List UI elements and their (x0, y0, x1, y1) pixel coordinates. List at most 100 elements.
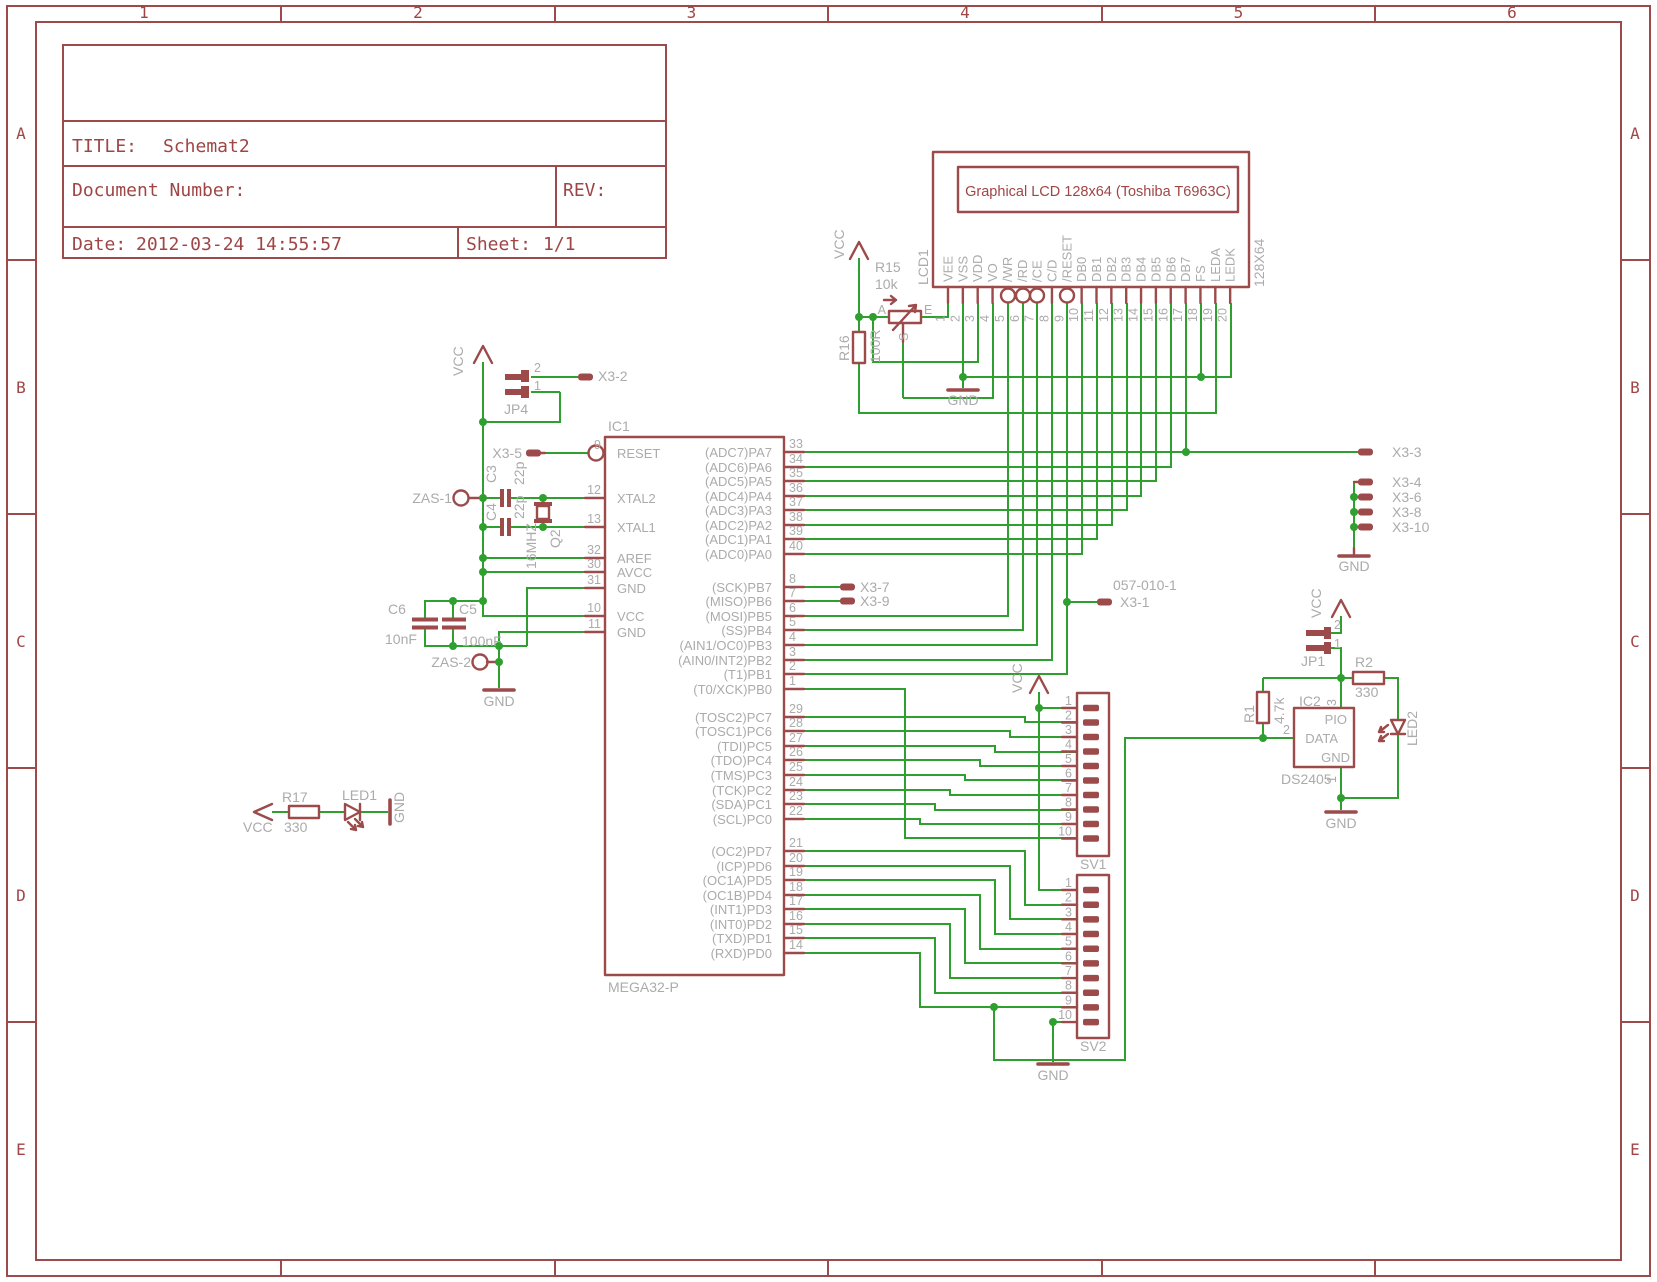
sv2-refdes: SV2 (1080, 1038, 1107, 1054)
lcd-pin-number: 20 (1216, 308, 1230, 322)
junction-dot (539, 523, 547, 531)
r16-refdes: R16 (836, 335, 852, 361)
junction-dot (869, 313, 877, 321)
lcd-ce-inversion-bubble (1028, 287, 1046, 304)
mcu-pin-name: (RXD)PD0 (711, 946, 772, 961)
x3-10-pad (1358, 523, 1373, 531)
zas1-label: ZAS-1 (412, 490, 452, 506)
jp1-pin1-bar (1306, 645, 1324, 651)
lcd-pin-number: 19 (1201, 308, 1215, 322)
sv2-pin-number: 10 (1058, 1008, 1072, 1022)
mcu-pin-name: (MISO)PB6 (706, 594, 772, 609)
zas1-pad-circle (452, 489, 470, 507)
mcu-pin-name: AVCC (617, 565, 652, 580)
document-number-label: Document Number: (72, 180, 245, 201)
sheet-frame: 1 2 3 4 5 6A AB BC CD DE E (6, 3, 1651, 1277)
mcu-pin-number: 3 (789, 645, 796, 659)
x3-5-label: X3-5 (492, 445, 522, 461)
vcc-label-led1: VCC (243, 819, 273, 835)
ds2405-pin1-number: 1 (1325, 776, 1339, 783)
r15-refdes: R15 (875, 259, 901, 275)
lcd-net-wires (804, 303, 1358, 675)
mcu-pin-name: VCC (617, 609, 644, 624)
junction-dot (449, 597, 457, 605)
junction-dot (1350, 508, 1358, 516)
c4-refdes: C4 (483, 503, 499, 521)
mcu-pin-number: 1 (789, 674, 796, 688)
mcu-pin-name: (T1)PB1 (724, 667, 772, 682)
mcu-pin-number: 24 (789, 775, 803, 789)
ds2405-pin-pio: PIO (1325, 712, 1347, 727)
mcu-pin-name: (ADC7)PA7 (705, 445, 772, 460)
junction-dot (855, 313, 863, 321)
sv2-pin-number: 9 (1065, 993, 1072, 1007)
lcd-title: Graphical LCD 128x64 (Toshiba T6963C) (965, 184, 1231, 200)
junction-dot (479, 568, 487, 576)
junction-dot (990, 1003, 998, 1011)
led2-triangle (1389, 718, 1407, 736)
frame-row-label-left: C (16, 632, 26, 651)
lcd-pin-name: LEDK (1223, 248, 1238, 282)
components (252, 150, 1407, 1066)
c3-refdes: C3 (483, 465, 499, 483)
lcd-pin-name: VDD (970, 255, 985, 282)
mcu-pin-number: 25 (789, 760, 803, 774)
mcu-pin-number: 33 (789, 437, 803, 451)
mcu-pin-name: (SS)PB4 (721, 623, 772, 638)
junction-dot (539, 494, 547, 502)
gnd-label-x3: GND (1338, 558, 1369, 574)
x3-9-label: X3-9 (860, 593, 890, 609)
mcu-pin-number: 2 (789, 659, 796, 673)
sv2-pin-number: 6 (1065, 949, 1072, 963)
mcu-pin-number: 26 (789, 745, 803, 759)
jp1-jumper (1306, 627, 1331, 654)
mcu-pin-name: (ADC5)PA5 (705, 474, 772, 489)
lcd-pin-number: 8 (1037, 315, 1051, 322)
mcu-pin-name: (AIN1/OC0)PB3 (680, 638, 772, 653)
sv2-pin-number: 3 (1065, 905, 1072, 919)
capacitor-c3-plates (500, 489, 511, 507)
lcd-pin-name: LEDA (1208, 248, 1223, 282)
lcd-refdes: LCD1 (915, 249, 931, 285)
jp1-plate-top (1324, 627, 1331, 639)
x3-2-pad (578, 373, 593, 381)
mcu-pin-name: (ADC1)PA1 (705, 532, 772, 547)
header-net-wires (804, 586, 1077, 1062)
mcu-pin-number: 23 (789, 789, 803, 803)
lcd-pin-name: /WR (1000, 257, 1015, 282)
jp4-pin2-bar (505, 374, 521, 380)
resistor-r2-body (1351, 670, 1386, 686)
mcu-pin-number: 19 (789, 865, 803, 879)
sv2-pin-number: 8 (1065, 979, 1072, 993)
gnd-label-led1: GND (391, 792, 407, 823)
sv1-pin-number: 9 (1065, 810, 1072, 824)
mcu-pin-number: 21 (789, 836, 803, 850)
r16-value: 100R (867, 330, 883, 363)
mcu-pin-number: 12 (587, 483, 601, 497)
x3-5-pad (526, 449, 541, 457)
junction-dot (479, 597, 487, 605)
gnd-label-sv2: GND (1037, 1067, 1068, 1083)
frame-column-label: 1 (139, 3, 149, 22)
lcd-pin-number: 16 (1156, 308, 1170, 322)
sv2-pin-number: 4 (1065, 920, 1072, 934)
mcu-pin-number: 34 (789, 452, 803, 466)
frame-column-label: 3 (687, 3, 697, 22)
mcu-pin-number: 22 (789, 804, 803, 818)
ds2405-pin-gnd: GND (1321, 750, 1350, 765)
mcu-pin-number: 40 (789, 539, 803, 553)
jp4-jumper (505, 370, 529, 398)
x3-3-label: X3-3 (1392, 444, 1422, 460)
jp4-pin1-number: 1 (534, 379, 541, 393)
mcu-pin-name: (AIN0/INT2)PB2 (678, 653, 772, 668)
junction-dot (1049, 1018, 1057, 1026)
mcu-pin-number: 6 (789, 601, 796, 615)
vcc-label-contrast: VCC (831, 229, 847, 259)
x3-8-pad (1358, 508, 1373, 516)
x3-10-label: X3-10 (1392, 519, 1430, 535)
mcu-pin-name: (TCK)PC2 (712, 783, 772, 798)
mcu-pin-name: (ADC0)PA0 (705, 547, 772, 562)
mcu-pin-name: RESET (617, 446, 660, 461)
sheet-title: Schemat2 (163, 136, 250, 157)
sv1-refdes: SV1 (1080, 856, 1107, 872)
